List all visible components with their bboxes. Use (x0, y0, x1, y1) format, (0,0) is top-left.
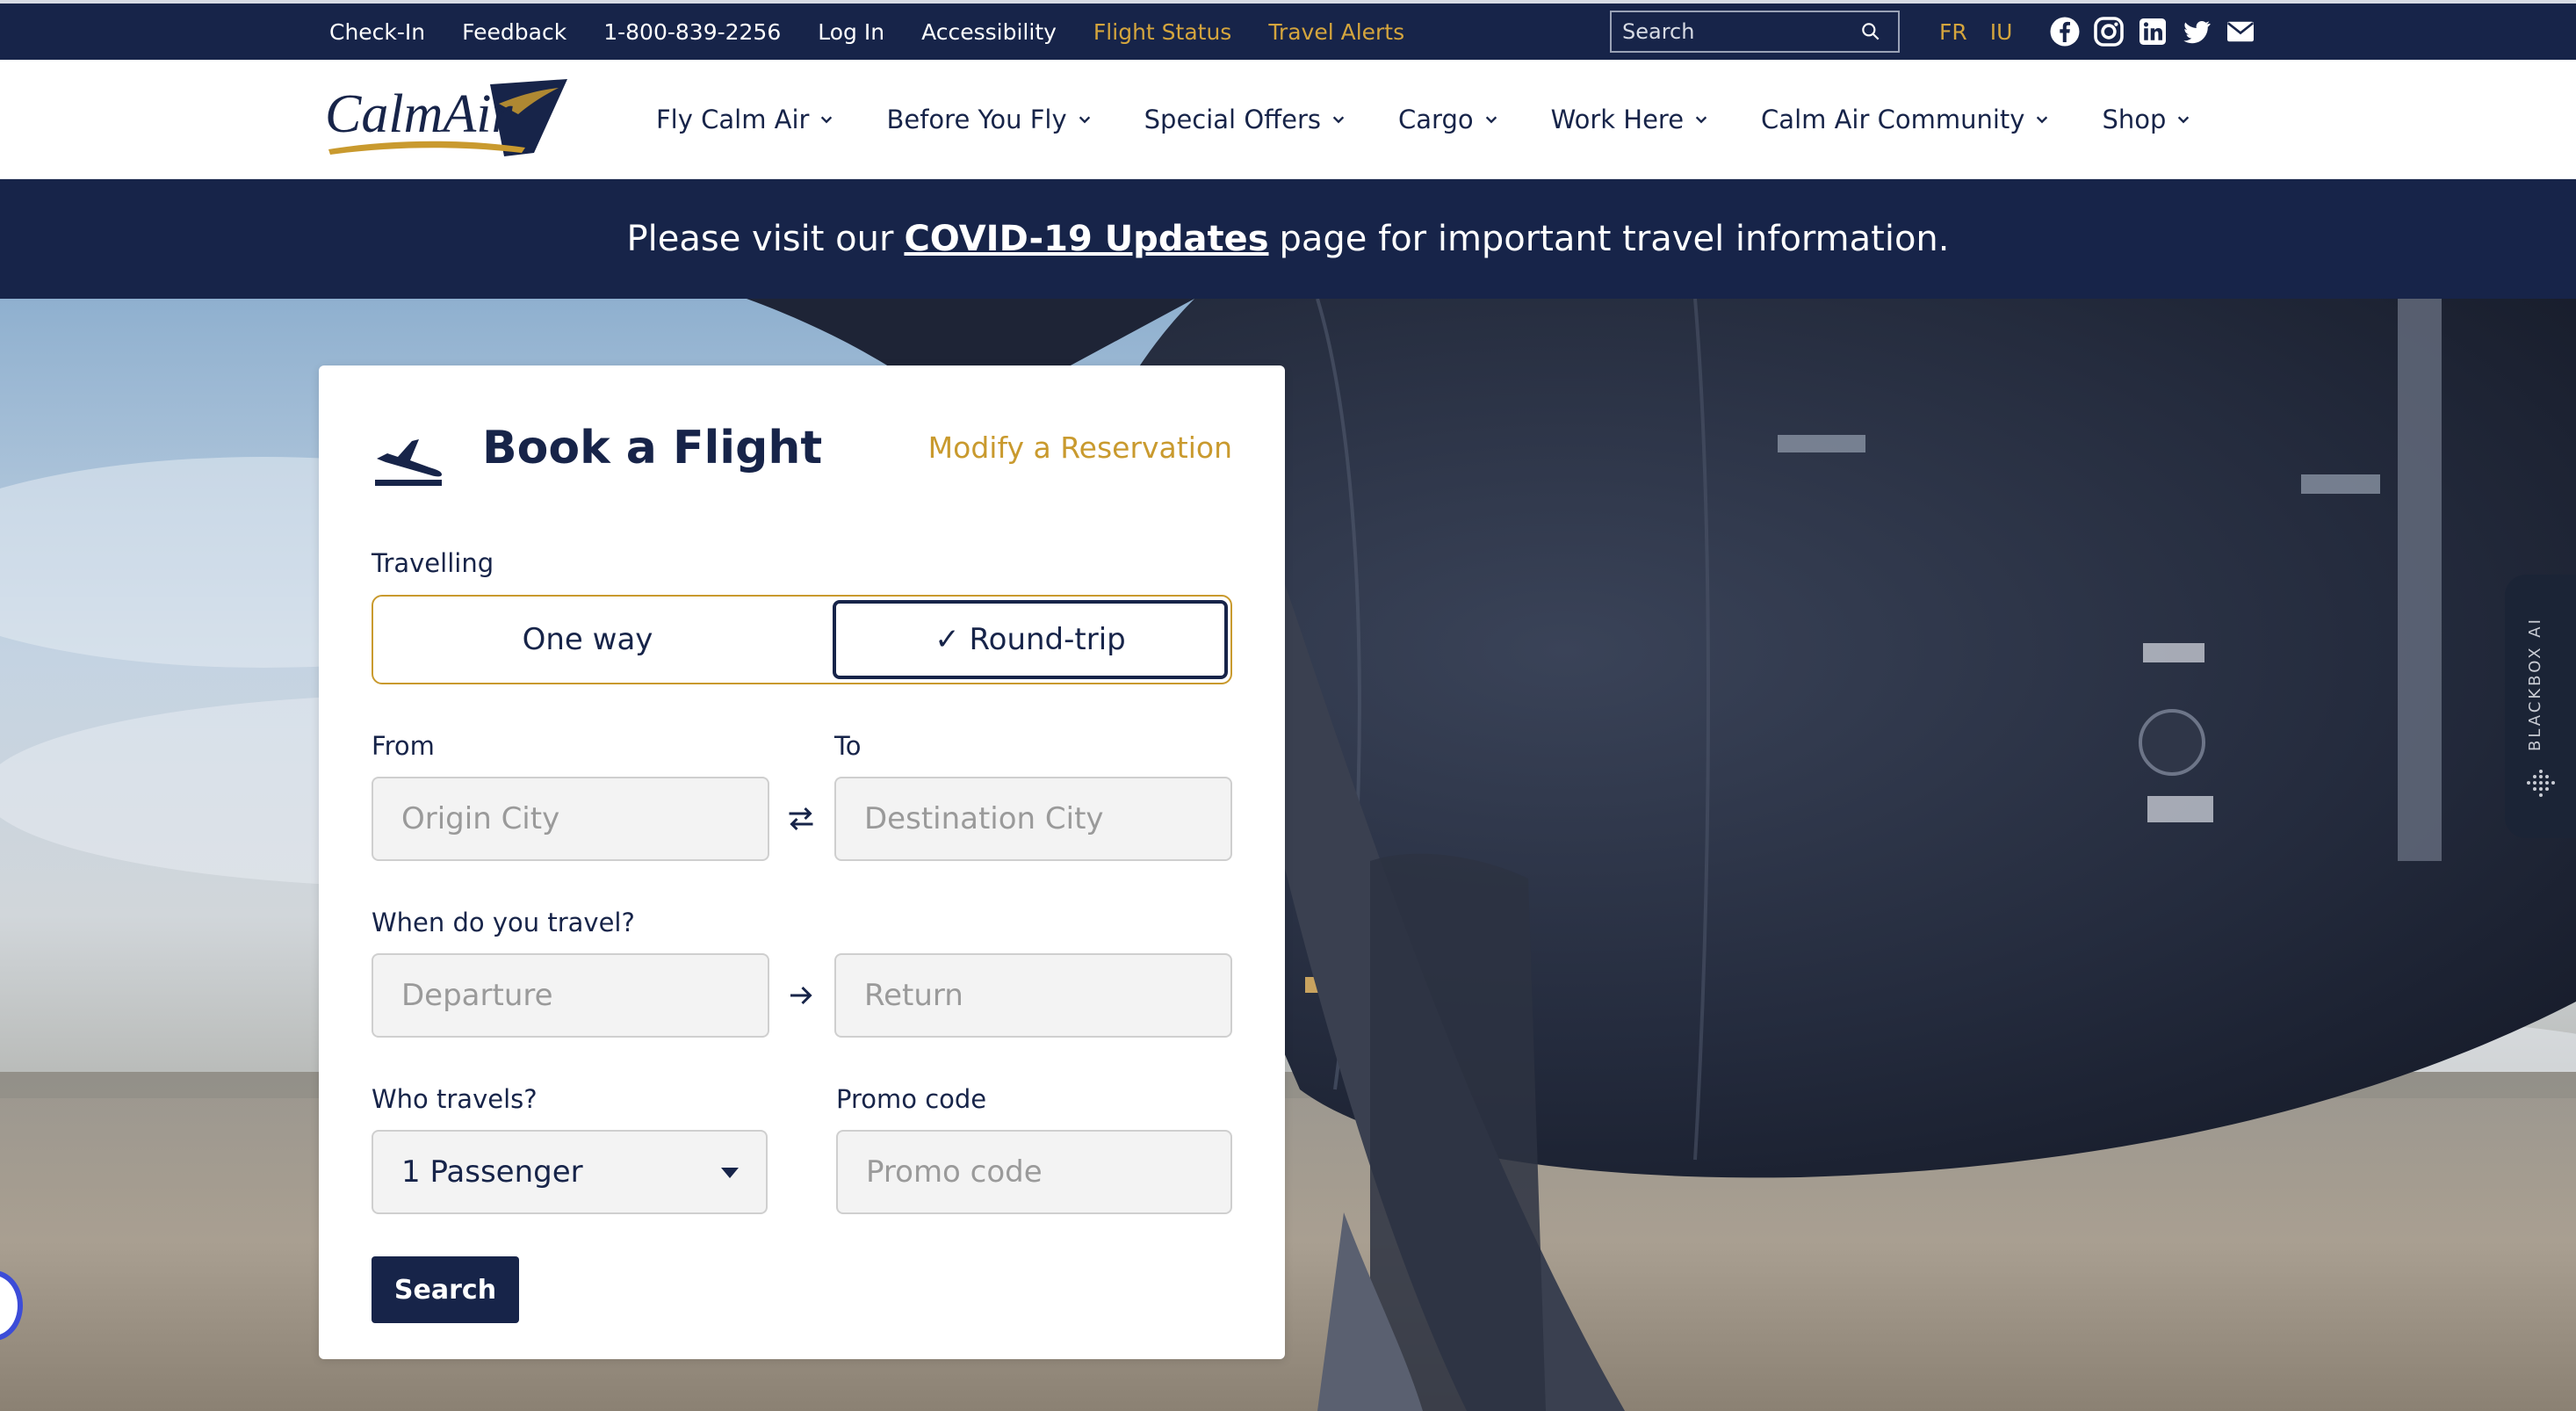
who-travels-label: Who travels? (372, 1084, 538, 1114)
when-travel-label: When do you travel? (372, 908, 635, 937)
logo-wordmark: CalmAir (325, 84, 513, 144)
main-navigation: CalmAir Fly Calm Air Before You Fly Spec… (0, 60, 2576, 179)
travel-alerts-link[interactable]: Travel Alerts (1268, 19, 1404, 45)
trip-type-toggle: One way ✓ Round-trip (372, 595, 1232, 684)
social-links (2049, 4, 2256, 60)
twitter-icon[interactable] (2181, 16, 2212, 47)
nav-special-offers[interactable]: Special Offers (1144, 105, 1346, 134)
log-in-link[interactable]: Log In (818, 19, 884, 45)
check-in-link[interactable]: Check-In (329, 19, 425, 45)
phone-link[interactable]: 1-800-839-2256 (603, 19, 781, 45)
nav-shop[interactable]: Shop (2102, 105, 2190, 134)
site-search-input[interactable] (1622, 19, 1859, 44)
banner-suffix: page for important travel information. (1279, 219, 1950, 259)
nav-fly-calm-air[interactable]: Fly Calm Air (656, 105, 833, 134)
to-label: To (834, 731, 862, 761)
search-flights-button[interactable]: Search (372, 1256, 519, 1323)
nav-item-label: Work Here (1550, 105, 1685, 134)
nav-work-here[interactable]: Work Here (1551, 105, 1708, 134)
nav-menu: Fly Calm Air Before You Fly Special Offe… (656, 60, 2243, 179)
email-icon[interactable] (2225, 16, 2256, 47)
utility-bar: Check-In Feedback 1-800-839-2256 Log In … (0, 0, 2576, 60)
nav-item-label: Cargo (1398, 105, 1474, 134)
language-switcher: FR IU (1939, 4, 2012, 60)
nav-item-label: Calm Air Community (1761, 105, 2025, 134)
plane-departure-icon (375, 439, 442, 486)
swap-cities-icon[interactable] (785, 803, 817, 835)
linkedin-icon[interactable] (2137, 16, 2168, 47)
facebook-icon[interactable] (2049, 16, 2081, 47)
instagram-icon[interactable] (2093, 16, 2125, 47)
chevron-down-icon (2178, 116, 2190, 124)
round-trip-option[interactable]: ✓ Round-trip (833, 600, 1228, 679)
one-way-option[interactable]: One way (377, 600, 798, 679)
passenger-select[interactable]: 1 Passenger (372, 1130, 768, 1214)
banner-prefix: Please visit our (626, 219, 894, 259)
booking-title: Book a Flight (482, 422, 823, 474)
from-label: From (372, 731, 435, 761)
passenger-select-value: 1 Passenger (401, 1154, 583, 1190)
lang-iu-link[interactable]: IU (1990, 19, 2013, 45)
search-icon[interactable] (1859, 20, 1882, 43)
chevron-down-icon (1332, 116, 1345, 124)
destination-city-input[interactable] (834, 777, 1232, 861)
booking-header: Book a Flight Modify a Reservation (372, 408, 1232, 496)
chevron-down-icon (1695, 116, 1707, 124)
nav-item-label: Before You Fly (886, 105, 1067, 134)
chevron-down-icon (2037, 116, 2048, 124)
caret-down-icon (721, 1168, 739, 1178)
flight-status-link[interactable]: Flight Status (1093, 19, 1231, 45)
lang-fr-link[interactable]: FR (1939, 19, 1967, 45)
chevron-down-icon (821, 116, 833, 124)
feedback-link[interactable]: Feedback (462, 19, 566, 45)
travelling-label: Travelling (372, 548, 494, 578)
promo-code-input[interactable] (836, 1130, 1232, 1214)
nav-before-you-fly[interactable]: Before You Fly (886, 105, 1091, 134)
nav-calm-air-community[interactable]: Calm Air Community (1761, 105, 2049, 134)
covid-updates-link[interactable]: COVID-19 Updates (904, 219, 1268, 259)
promo-code-label: Promo code (836, 1084, 987, 1114)
covid-banner: Please visit our COVID-19 Updates page f… (0, 179, 2576, 299)
modify-reservation-link[interactable]: Modify a Reservation (928, 431, 1232, 465)
chevron-down-icon (1485, 116, 1497, 124)
return-date-input[interactable] (834, 953, 1232, 1038)
blackbox-ai-widget[interactable]: BLACKBOX AI (2505, 575, 2576, 838)
calm-air-logo[interactable]: CalmAir (323, 77, 569, 162)
utility-links: Check-In Feedback 1-800-839-2256 Log In … (329, 4, 1404, 60)
nav-item-label: Fly Calm Air (656, 105, 810, 134)
accessibility-link[interactable]: Accessibility (921, 19, 1057, 45)
blackbox-ai-label: BLACKBOX AI (2526, 617, 2544, 752)
chevron-down-icon (1079, 116, 1090, 124)
nav-item-label: Special Offers (1144, 105, 1322, 134)
origin-city-input[interactable] (372, 777, 769, 861)
site-search (1610, 11, 1900, 53)
arrow-right-icon (790, 986, 812, 1005)
nav-cargo[interactable]: Cargo (1398, 105, 1498, 134)
departure-date-input[interactable] (372, 953, 769, 1038)
booking-widget: Book a Flight Modify a Reservation Trave… (319, 365, 1285, 1359)
dot-grid-icon (2527, 770, 2555, 797)
nav-item-label: Shop (2102, 105, 2167, 134)
